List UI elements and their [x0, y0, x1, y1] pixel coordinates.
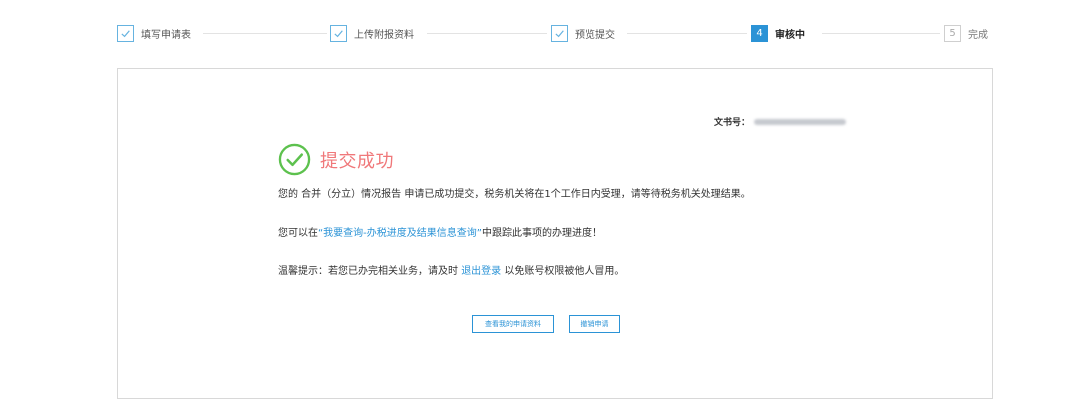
step-connector	[822, 33, 940, 34]
query-progress-link[interactable]: “我要查询-办税进度及结果信息查询”	[318, 228, 482, 239]
check-icon	[330, 24, 347, 42]
step-label: 上传附报资料	[354, 29, 414, 41]
security-tip-prefix: 温馨提示：若您已办完相关业务，请及时	[278, 266, 462, 277]
step-label: 审核中	[775, 29, 805, 41]
tracking-hint-prefix: 您可以在	[278, 228, 318, 239]
success-title: 提交成功	[320, 150, 394, 172]
submission-message: 您的 合并（分立）情况报告 申请已成功提交，税务机关将在1个工作日内受理，请等待…	[278, 189, 751, 200]
document-number-redacted	[754, 118, 847, 125]
check-icon	[551, 24, 568, 42]
view-application-button[interactable]: 查看我的申请资料	[472, 315, 554, 333]
step-connector	[203, 33, 327, 34]
result-panel: 文书号： 提交成功 您的 合并（分立）情况报告 申请已成功提交，税务机关将在1个…	[117, 68, 993, 399]
progress-stepper: 填写申请表 上传附报资料 预览提交 4 审核中 5 完成	[117, 24, 996, 42]
check-icon	[117, 24, 134, 42]
step-upload-attachments: 上传附报资料	[330, 24, 422, 42]
step-preview-submit: 预览提交	[551, 24, 623, 42]
document-number-label: 文书号：	[714, 118, 751, 128]
action-buttons: 查看我的申请资料 撤销申请	[472, 315, 620, 333]
revoke-application-button[interactable]: 撤销申请	[569, 315, 620, 333]
step-label: 完成	[968, 29, 988, 41]
tracking-hint-suffix: 中跟踪此事项的办理进度！	[481, 228, 602, 239]
step-connector	[627, 33, 747, 34]
tracking-hint: 您可以在“我要查询-办税进度及结果信息查询”中跟踪此事项的办理进度！	[278, 224, 602, 239]
security-tip-suffix: 以免账号权限被他人冒用。	[501, 266, 625, 277]
step-number: 4	[751, 24, 768, 42]
security-tip: 温馨提示：若您已办完相关业务，请及时 退出登录 以免账号权限被他人冒用。	[278, 262, 624, 277]
step-connector	[427, 33, 547, 34]
step-label: 填写申请表	[141, 29, 191, 41]
step-under-review: 4 审核中	[751, 24, 813, 42]
step-complete: 5 完成	[944, 24, 996, 42]
document-number: 文书号：	[714, 115, 847, 128]
step-fill-form: 填写申请表	[117, 24, 199, 42]
success-header: 提交成功	[278, 143, 394, 176]
step-number: 5	[944, 24, 961, 42]
check-circle-icon	[278, 143, 311, 176]
step-label: 预览提交	[575, 29, 615, 41]
logout-link[interactable]: 退出登录	[461, 266, 501, 277]
